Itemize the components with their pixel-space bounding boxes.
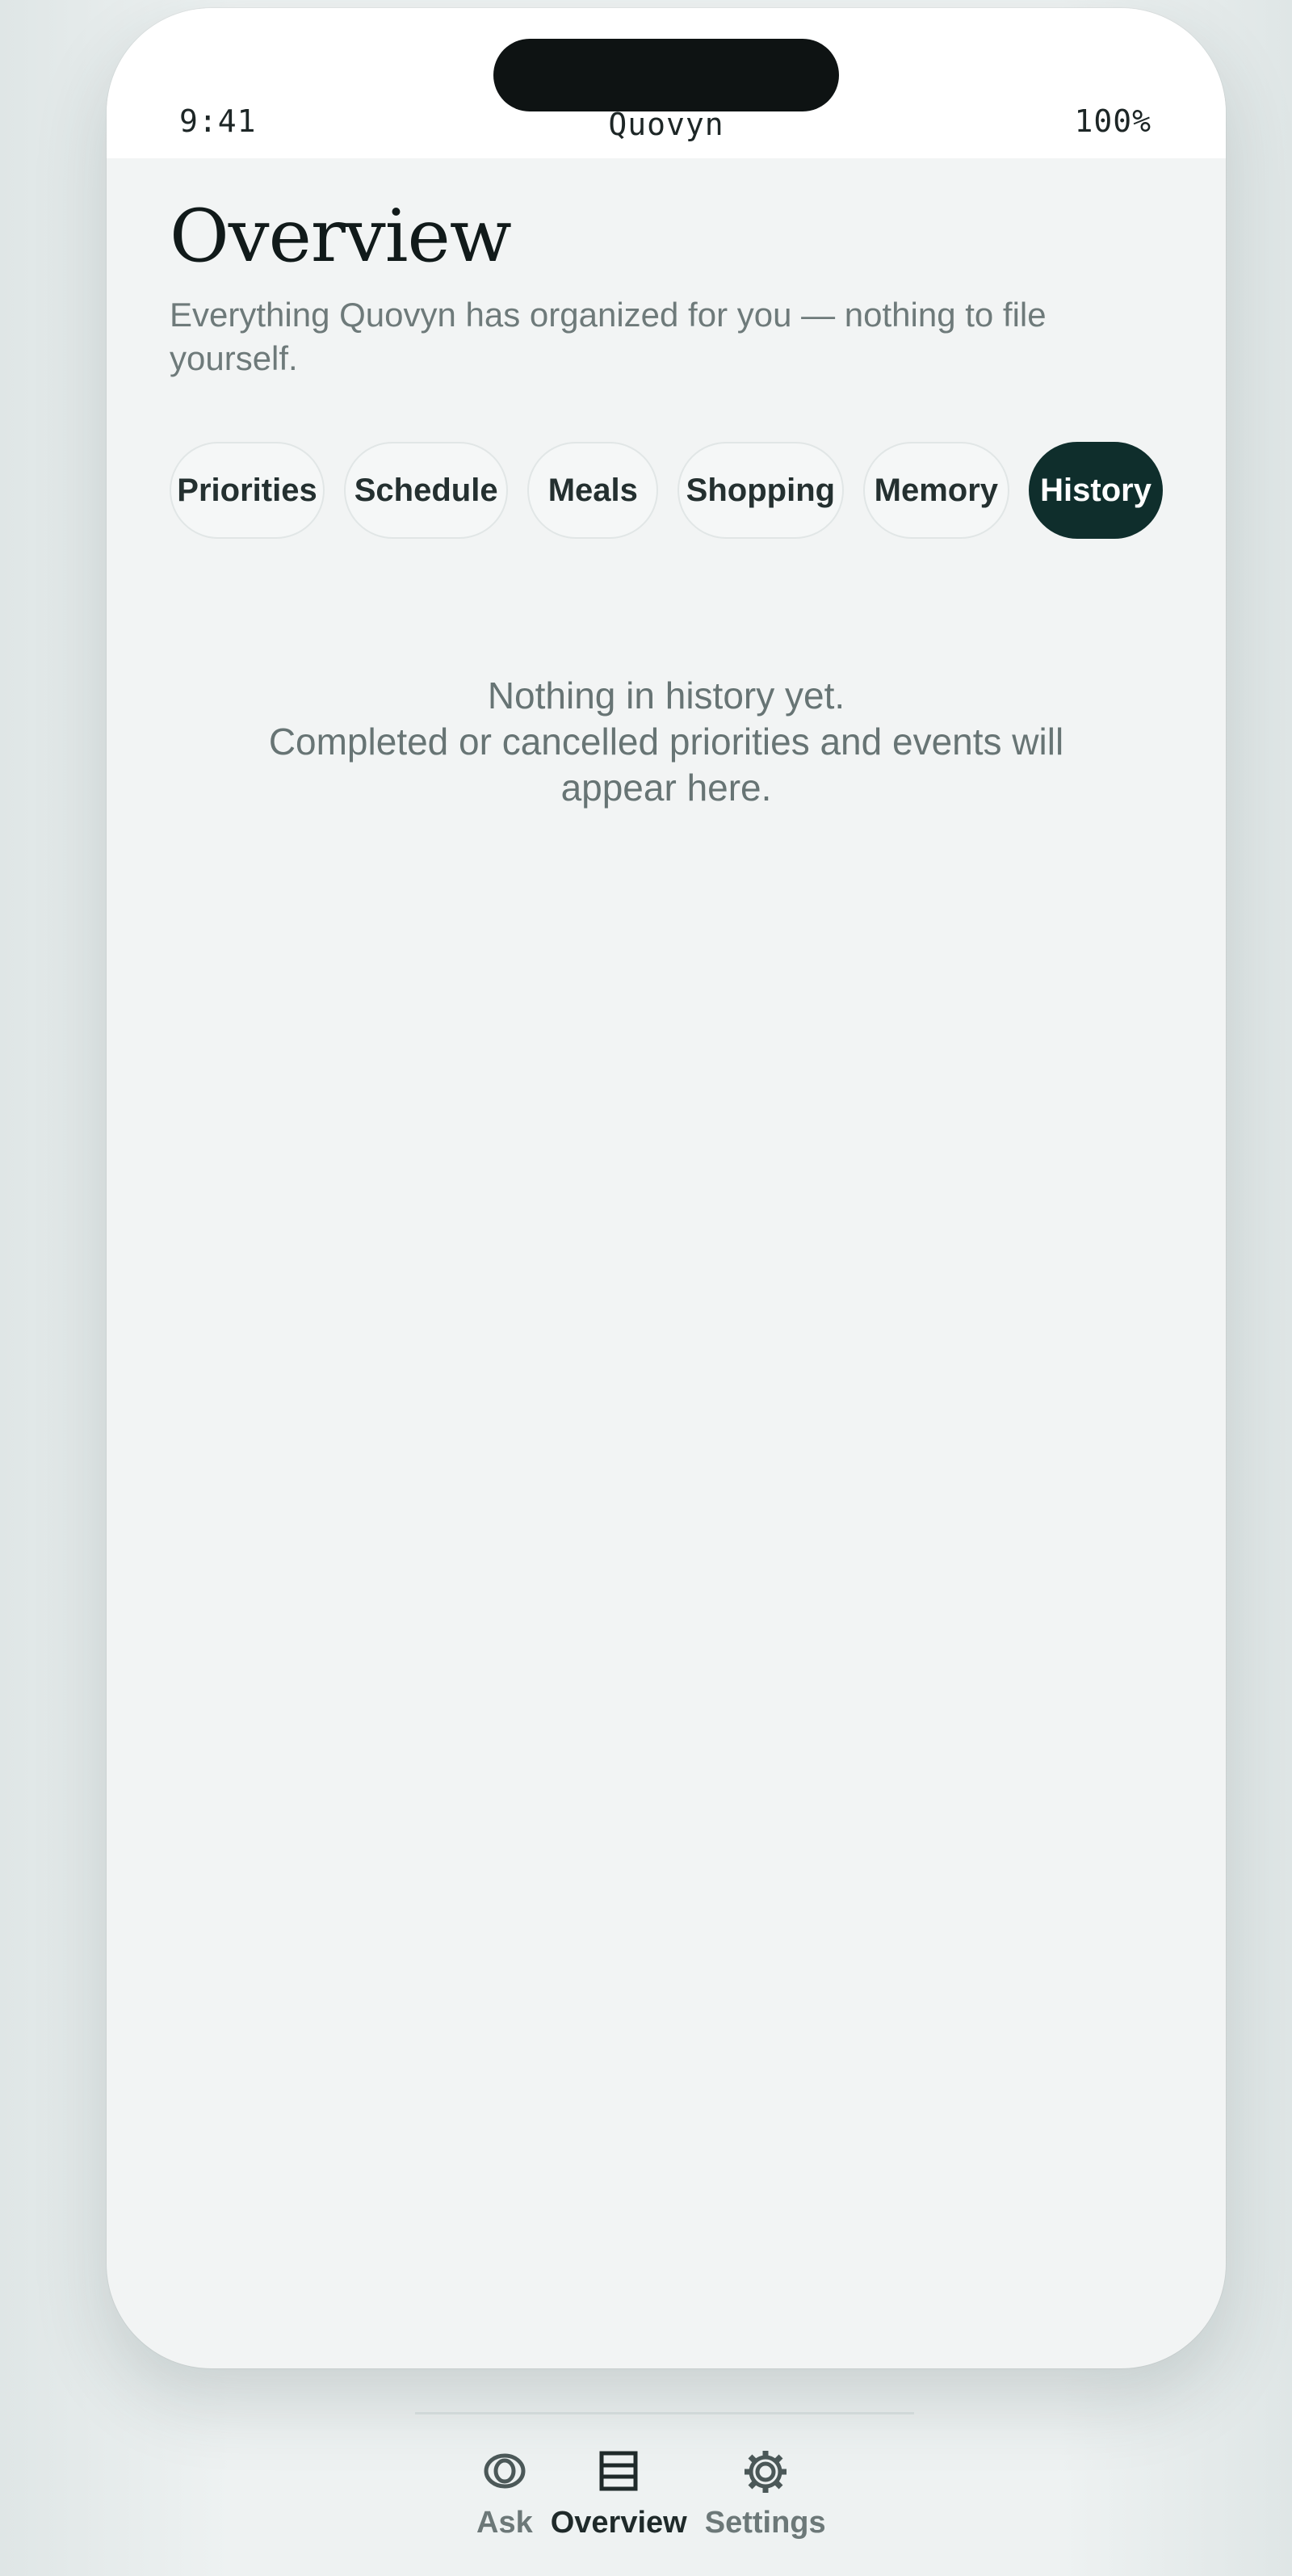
tab-schedule[interactable]: Schedule — [344, 442, 509, 539]
status-battery: 100% — [1074, 103, 1151, 139]
overview-screen: Overview Everything Quovyn has organized… — [170, 158, 1163, 811]
nav-item-ask[interactable]: Ask — [476, 2449, 533, 2540]
overview-tabs: Priorities Schedule Meals Shopping Memor… — [170, 442, 1163, 539]
nav-item-overview[interactable]: Overview — [551, 2449, 687, 2540]
page-title: Overview — [170, 194, 512, 279]
history-empty-state: Nothing in history yet. Completed or can… — [170, 673, 1163, 811]
nav-label-settings: Settings — [704, 2506, 826, 2540]
nav-label-overview: Overview — [550, 2506, 687, 2540]
empty-state-message: Completed or cancelled priorities and ev… — [268, 721, 1064, 809]
tab-priorities[interactable]: Priorities — [170, 442, 325, 539]
bottom-nav: Ask Overview Settings — [476, 2449, 826, 2540]
tab-history[interactable]: History — [1029, 442, 1163, 539]
bottom-nav-divider — [415, 2412, 914, 2414]
empty-state-heading: Nothing in history yet. — [487, 674, 845, 716]
status-bar: 9:41 Quovyn 100% — [107, 8, 1226, 158]
tab-shopping[interactable]: Shopping — [677, 442, 844, 539]
nav-label-ask: Ask — [476, 2506, 533, 2540]
phone-frame: 9:41 Quovyn 100% Overview Everything Quo… — [107, 8, 1226, 2368]
status-app-name: Quovyn — [608, 107, 724, 142]
dynamic-island — [493, 39, 839, 111]
overview-list-icon — [597, 2449, 640, 2499]
gear-icon — [743, 2449, 788, 2499]
nav-item-settings[interactable]: Settings — [705, 2449, 826, 2540]
page-subtitle: Everything Quovyn has organized for you … — [170, 296, 1047, 377]
tab-meals[interactable]: Meals — [527, 442, 659, 539]
ask-icon — [483, 2449, 526, 2499]
tab-memory[interactable]: Memory — [862, 442, 1010, 539]
